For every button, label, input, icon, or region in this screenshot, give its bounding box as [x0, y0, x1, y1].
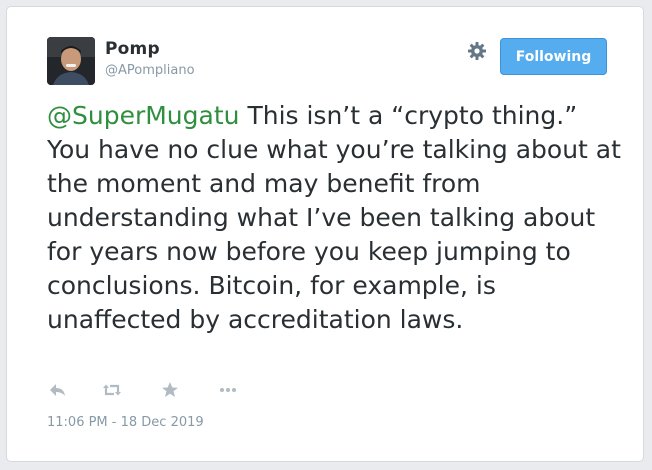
retweet-icon[interactable] [101, 379, 123, 401]
tweet-text: @SuperMugatu This isn’t a “crypto thing.… [47, 99, 622, 337]
author-name[interactable]: Pomp [105, 39, 160, 59]
avatar-image [47, 37, 95, 85]
tweet-body: This isn’t a “crypto thing.” You have no… [47, 101, 621, 334]
mention-link[interactable]: @SuperMugatu [47, 101, 240, 130]
more-icon[interactable] [217, 379, 239, 401]
avatar[interactable] [47, 37, 95, 85]
timestamp[interactable]: 11:06 PM - 18 Dec 2019 [47, 415, 204, 430]
tweet-card: Pomp @APompliano Following @SuperMugatu … [6, 6, 644, 462]
like-icon[interactable] [159, 379, 181, 401]
following-button[interactable]: Following [500, 38, 607, 75]
tweet-actions [47, 379, 267, 403]
gear-icon[interactable] [467, 41, 487, 61]
reply-icon[interactable] [47, 379, 69, 401]
author-handle[interactable]: @APompliano [105, 63, 195, 78]
